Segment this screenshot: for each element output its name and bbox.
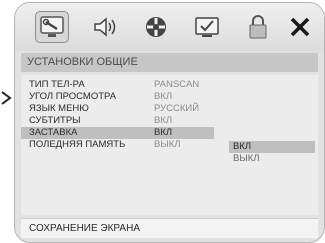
menu-item-value: ВКЛ [154, 91, 173, 102]
pointer-arrow-icon [1, 91, 12, 105]
menu-item-subtitles[interactable]: СУБТИТРЫ ВКЛ [21, 115, 318, 127]
menu-item-label: ЗАСТАВКА [29, 127, 78, 138]
tab-system-setup[interactable] [35, 11, 69, 43]
menu-item-value: ВЫКЛ [154, 139, 181, 150]
submenu-option-off[interactable]: ВЫКЛ [229, 153, 315, 165]
setup-toolbar [15, 3, 324, 51]
menu-item-label: ЯЗЫК МЕНЮ [29, 103, 89, 114]
menu-item-angle[interactable]: УГОЛ ПРОСМОТРА ВКЛ [21, 91, 318, 103]
preference-icon [195, 17, 219, 37]
tab-password[interactable] [241, 11, 275, 43]
tab-audio-setup[interactable] [88, 11, 122, 43]
menu-item-screen-saver[interactable]: ЗАСТАВКА ВКЛ [21, 127, 214, 139]
setup-menu-window: УСТАНОВКИ ОБЩИЕ ТИП ТЕЛ-РА PANSCAN УГОЛ … [14, 2, 325, 243]
tab-video-setup[interactable] [139, 11, 173, 43]
menu-item-value: РУССКИЙ [154, 103, 200, 114]
lock-icon [249, 15, 267, 39]
submenu-option-on[interactable]: ВКЛ [229, 141, 315, 153]
audio-setup-icon [94, 17, 116, 37]
exit-button[interactable] [283, 11, 317, 43]
menu-item-value: ВКЛ [154, 127, 173, 138]
menu-item-tv-type[interactable]: ТИП ТЕЛ-РА PANSCAN [21, 79, 318, 91]
menu-item-menu-language[interactable]: ЯЗЫК МЕНЮ РУССКИЙ [21, 103, 318, 115]
menu-item-label: СУБТИТРЫ [29, 115, 81, 126]
menu-item-label: УГОЛ ПРОСМОТРА [29, 91, 117, 102]
system-setup-icon [40, 16, 64, 37]
exit-icon [290, 17, 310, 37]
menu-item-value: PANSCAN [154, 79, 200, 90]
menu-item-label: ПОЛЕДНЯЯ ПАМЯТЬ [29, 139, 126, 150]
video-setup-icon [146, 17, 166, 37]
menu-item-value: ВКЛ [154, 115, 173, 126]
tab-preference[interactable] [190, 11, 224, 43]
section-title: УСТАНОВКИ ОБЩИЕ [21, 53, 318, 72]
menu-item-label: ТИП ТЕЛ-РА [29, 79, 85, 90]
status-bar: СОХРАНЕНИЕ ЭКРАНА [21, 218, 318, 238]
